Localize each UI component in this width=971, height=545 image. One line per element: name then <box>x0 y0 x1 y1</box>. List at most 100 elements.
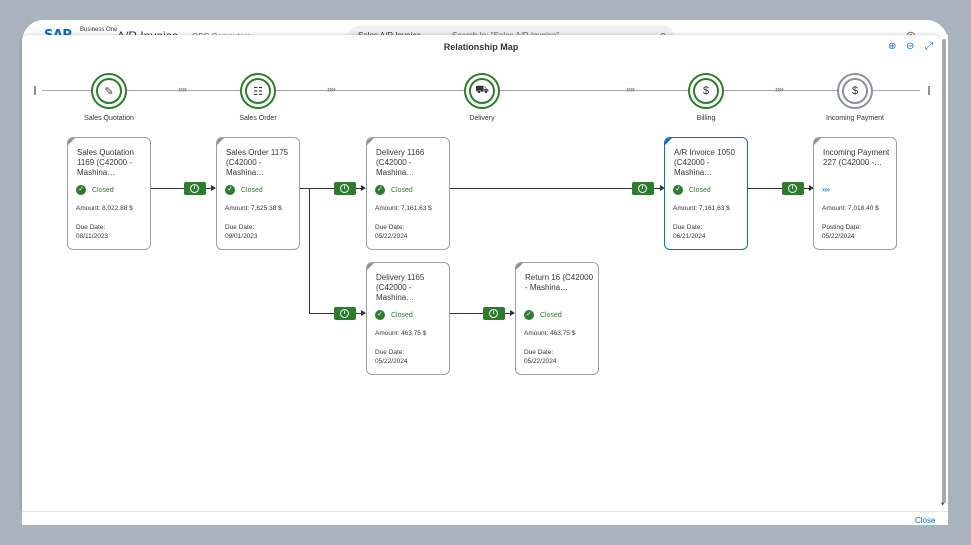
card-date: 08/11/2023 <box>76 233 109 240</box>
status-badge: ✓ Closed <box>375 310 413 320</box>
info-icon: i <box>489 309 498 318</box>
card-title: Return 16 (C42000 - Mashina… <box>525 273 594 292</box>
document-card-ar-invoice[interactable]: A/R Invoice 1050 (C42000 - Mashina… ✓ Clo… <box>664 137 748 250</box>
scrollbar-thumb[interactable] <box>942 39 946 503</box>
lane-label: Incoming Payment <box>826 115 884 122</box>
lane-chevron-icon: »» <box>178 84 187 94</box>
vertical-scrollbar[interactable]: ▾ <box>940 35 948 511</box>
check-icon: ✓ <box>673 185 683 195</box>
connector-line <box>449 188 660 189</box>
card-amount: Amount: 7,018.40 $ <box>822 205 879 212</box>
lane-label: Sales Order <box>239 115 277 122</box>
scroll-down-icon[interactable]: ▾ <box>941 500 945 508</box>
lane-label: Delivery <box>469 115 495 122</box>
link-badge[interactable]: i <box>334 182 356 195</box>
check-icon: ✓ <box>76 185 86 195</box>
card-date-label: Due Date: <box>673 224 703 231</box>
card-amount: Amount: 7,161.63 $ <box>375 205 432 212</box>
card-corner-marker <box>367 138 374 145</box>
status-text: Closed <box>92 186 114 194</box>
lane-node-sales-quotation[interactable]: ✎ <box>91 73 127 109</box>
card-date-label: Due Date: <box>375 224 405 231</box>
lane-label: Billing <box>696 115 716 122</box>
card-date: 06/21/2024 <box>673 233 706 240</box>
invoice-icon: $ <box>693 78 719 104</box>
card-corner-marker <box>665 138 672 145</box>
info-icon: i <box>190 184 199 193</box>
status-text: Closed <box>689 186 711 194</box>
process-flow: »» »» »» »» ✎ Sales Quotation ☷ Sales Or… <box>22 35 940 511</box>
document-card-sales-order[interactable]: Sales Order 1175 (C42000 - Mashina… ✓ Clo… <box>216 137 300 250</box>
check-icon: ✓ <box>225 185 235 195</box>
truck-icon: ⛟ <box>469 78 495 104</box>
check-icon: ✓ <box>375 310 385 320</box>
card-amount: Amount: 8,022.88 $ <box>76 205 133 212</box>
clipboard-icon: ☷ <box>245 78 271 104</box>
lane-label: Sales Quotation <box>84 115 134 122</box>
card-amount: Amount: 463.75 $ <box>375 330 427 337</box>
card-date: 05/22/2024 <box>524 358 557 365</box>
card-title: Sales Order 1175 (C42000 - Mashina… <box>226 148 289 177</box>
chevron-right-icon: »» <box>822 185 830 194</box>
card-date-label: Due Date: <box>76 224 106 231</box>
card-amount: Amount: 7,161.63 $ <box>673 205 730 212</box>
info-icon: i <box>638 184 647 193</box>
link-badge[interactable]: i <box>334 307 356 320</box>
relationship-map-dialog: Relationship Map ⊕ ⊖ ⤢ »» »» »» »» ✎ Sal… <box>22 35 940 511</box>
card-date: 05/22/2024 <box>822 233 855 240</box>
document-card-sales-quotation[interactable]: Sales Quotation 1169 (C42000 - Mashina… … <box>67 137 151 250</box>
card-date: 05/22/2024 <box>375 358 408 365</box>
dialog-footer: Close <box>22 511 948 525</box>
quotation-icon: ✎ <box>96 78 122 104</box>
card-date-label: Due Date: <box>524 349 554 356</box>
connector-line <box>309 188 310 314</box>
status-badge: ✓ Closed <box>225 185 263 195</box>
link-badge[interactable]: i <box>184 182 206 195</box>
lane-chevron-icon: »» <box>327 84 336 94</box>
lane-node-delivery[interactable]: ⛟ <box>464 73 500 109</box>
status-badge: ✓ Closed <box>76 185 114 195</box>
check-icon: ✓ <box>375 185 385 195</box>
link-badge[interactable]: i <box>632 182 654 195</box>
status-badge: ✓ Closed <box>673 185 711 195</box>
lane-node-incoming-payment[interactable]: $ <box>837 73 873 109</box>
card-date: 05/22/2024 <box>375 233 408 240</box>
document-card-return[interactable]: Return 16 (C42000 - Mashina… ✓ Closed Amo… <box>515 262 599 375</box>
status-badge: ✓ Closed <box>524 310 562 320</box>
card-amount: Amount: 7,625.38 $ <box>225 205 282 212</box>
card-corner-marker <box>68 138 75 145</box>
document-card-incoming-payment[interactable]: Incoming Payment 227 (C42000 -… »» Amoun… <box>813 137 897 250</box>
status-text: Closed <box>391 186 413 194</box>
lane-chevron-icon: »» <box>775 84 784 94</box>
card-date-label: Due Date: <box>375 349 405 356</box>
lane-node-sales-order[interactable]: ☷ <box>240 73 276 109</box>
card-title: A/R Invoice 1050 (C42000 - Mashina… <box>674 148 735 177</box>
card-title: Incoming Payment 227 (C42000 -… <box>823 148 890 167</box>
lane-start-marker <box>34 86 36 95</box>
close-button[interactable]: Close <box>915 516 935 525</box>
check-icon: ✓ <box>524 310 534 320</box>
card-title: Delivery 1166 (C42000 - Mashina… <box>376 148 425 177</box>
status-text: Closed <box>540 311 562 319</box>
card-date: 09/01/2023 <box>225 233 258 240</box>
document-card-delivery-1166[interactable]: Delivery 1166 (C42000 - Mashina… ✓ Closed… <box>366 137 450 250</box>
lane-node-billing[interactable]: $ <box>688 73 724 109</box>
card-date-label: Due Date: <box>225 224 255 231</box>
info-icon: i <box>788 184 797 193</box>
card-date-label: Posting Date: <box>822 224 862 231</box>
card-corner-marker <box>217 138 224 145</box>
status-text: Closed <box>391 311 413 319</box>
card-corner-marker <box>516 263 523 270</box>
link-badge[interactable]: i <box>782 182 804 195</box>
status-text: Closed <box>241 186 263 194</box>
logo-subtitle: Business One <box>80 27 118 33</box>
link-badge[interactable]: i <box>483 307 505 320</box>
card-corner-marker <box>814 138 821 145</box>
info-icon: i <box>340 309 349 318</box>
payment-icon: $ <box>842 78 868 104</box>
card-corner-marker <box>367 263 374 270</box>
card-amount: Amount: 463.75 $ <box>524 330 576 337</box>
card-title: Delivery 1165 (C42000 - Mashina… <box>376 273 425 302</box>
status-badge: ✓ Closed <box>375 185 413 195</box>
document-card-delivery-1165[interactable]: Delivery 1165 (C42000 - Mashina… ✓ Closed… <box>366 262 450 375</box>
